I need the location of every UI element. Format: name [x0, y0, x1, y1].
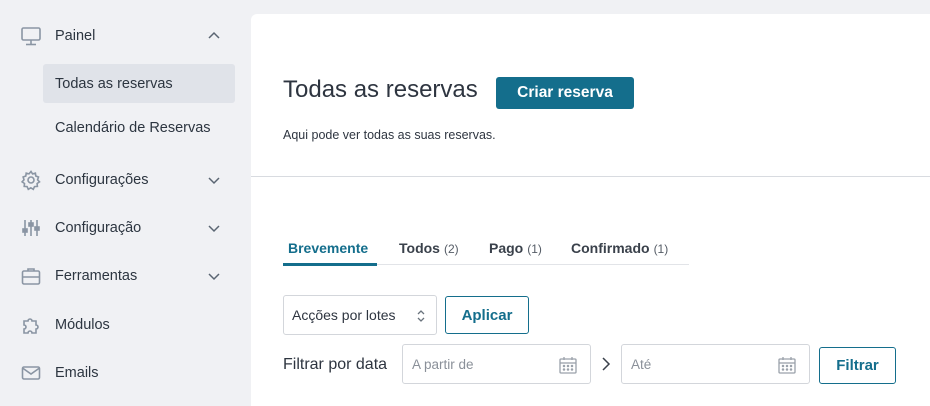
tab-confirmado[interactable]: Confirmado (1) — [571, 240, 668, 256]
sidebar-item-label: Todas as reservas — [55, 75, 173, 92]
bulk-actions-select[interactable]: Acções por lotes — [283, 295, 437, 335]
tab-label: Brevemente — [288, 240, 369, 256]
tab-pago[interactable]: Pago (1) — [489, 240, 542, 256]
sidebar-item-label: Configurações — [55, 172, 149, 188]
tab-label: Confirmado — [571, 240, 650, 256]
page-description: Aqui pode ver todas as suas reservas. — [283, 128, 496, 142]
sidebar-item-label: Módulos — [55, 317, 110, 333]
sidebar-item-modulos[interactable]: Módulos — [0, 303, 250, 347]
sidebar: Painel Todas as reservas Calendário de R… — [0, 0, 250, 406]
chevron-down-icon[interactable] — [206, 268, 222, 284]
briefcase-icon — [20, 265, 42, 287]
tab-count: (2) — [443, 242, 459, 256]
date-to-placeholder: Até — [631, 356, 652, 372]
sidebar-item-ferramentas[interactable]: Ferramentas — [0, 254, 250, 298]
date-from-placeholder: A partir de — [412, 356, 474, 372]
active-tab-indicator — [283, 263, 377, 266]
tab-count: (1) — [527, 242, 542, 256]
calendar-icon[interactable] — [558, 355, 578, 375]
sidebar-item-label: Emails — [55, 365, 99, 381]
divider — [251, 176, 930, 177]
sidebar-item-emails[interactable]: Emails — [0, 351, 250, 395]
apply-button[interactable]: Aplicar — [445, 296, 529, 334]
sidebar-item-configuracao[interactable]: Configuração — [0, 206, 250, 250]
sidebar-subitem-todas-reservas[interactable]: Todas as reservas — [43, 64, 235, 103]
sidebar-item-label: Painel — [55, 28, 96, 44]
filter-by-date-label: Filtrar por data — [283, 356, 388, 373]
chevron-up-icon[interactable] — [206, 28, 222, 44]
tab-brevemente[interactable]: Brevemente — [288, 240, 368, 256]
main-content: Todas as reservas Criar reserva Aqui pod… — [251, 14, 930, 406]
sidebar-item-label: Ferramentas — [55, 268, 138, 284]
filter-button[interactable]: Filtrar — [819, 347, 896, 384]
sidebar-subitem-calendario[interactable]: Calendário de Reservas — [43, 108, 235, 147]
page-title: Todas as reservas — [283, 76, 478, 103]
create-booking-button[interactable]: Criar reserva — [496, 77, 634, 109]
date-from-input[interactable]: A partir de — [402, 344, 591, 384]
monitor-icon — [20, 25, 42, 47]
tab-todos[interactable]: Todos (2) — [399, 240, 459, 256]
sidebar-item-configuracoes[interactable]: Configurações — [0, 158, 250, 202]
status-tabs: Brevemente Todos (2) Pago (1) Confirmado (1… — [283, 236, 689, 266]
date-to-input[interactable]: Até — [621, 344, 810, 384]
sidebar-item-label: Calendário de Reservas — [55, 119, 211, 136]
puzzle-icon — [20, 314, 42, 336]
chevron-right-icon — [600, 356, 612, 372]
tab-label: Pago — [489, 240, 524, 256]
select-arrows-icon — [416, 308, 426, 324]
tab-count: (1) — [653, 242, 669, 256]
bulk-actions-value: Acções por lotes — [292, 307, 396, 323]
gear-icon — [20, 169, 42, 191]
chevron-down-icon[interactable] — [206, 220, 222, 236]
sidebar-item-label: Configuração — [55, 220, 142, 236]
tab-label: Todos — [399, 240, 440, 256]
chevron-down-icon[interactable] — [206, 172, 222, 188]
calendar-icon[interactable] — [777, 355, 797, 375]
sidebar-item-painel[interactable]: Painel — [0, 14, 250, 58]
sliders-icon — [20, 217, 42, 239]
envelope-icon — [20, 362, 42, 384]
